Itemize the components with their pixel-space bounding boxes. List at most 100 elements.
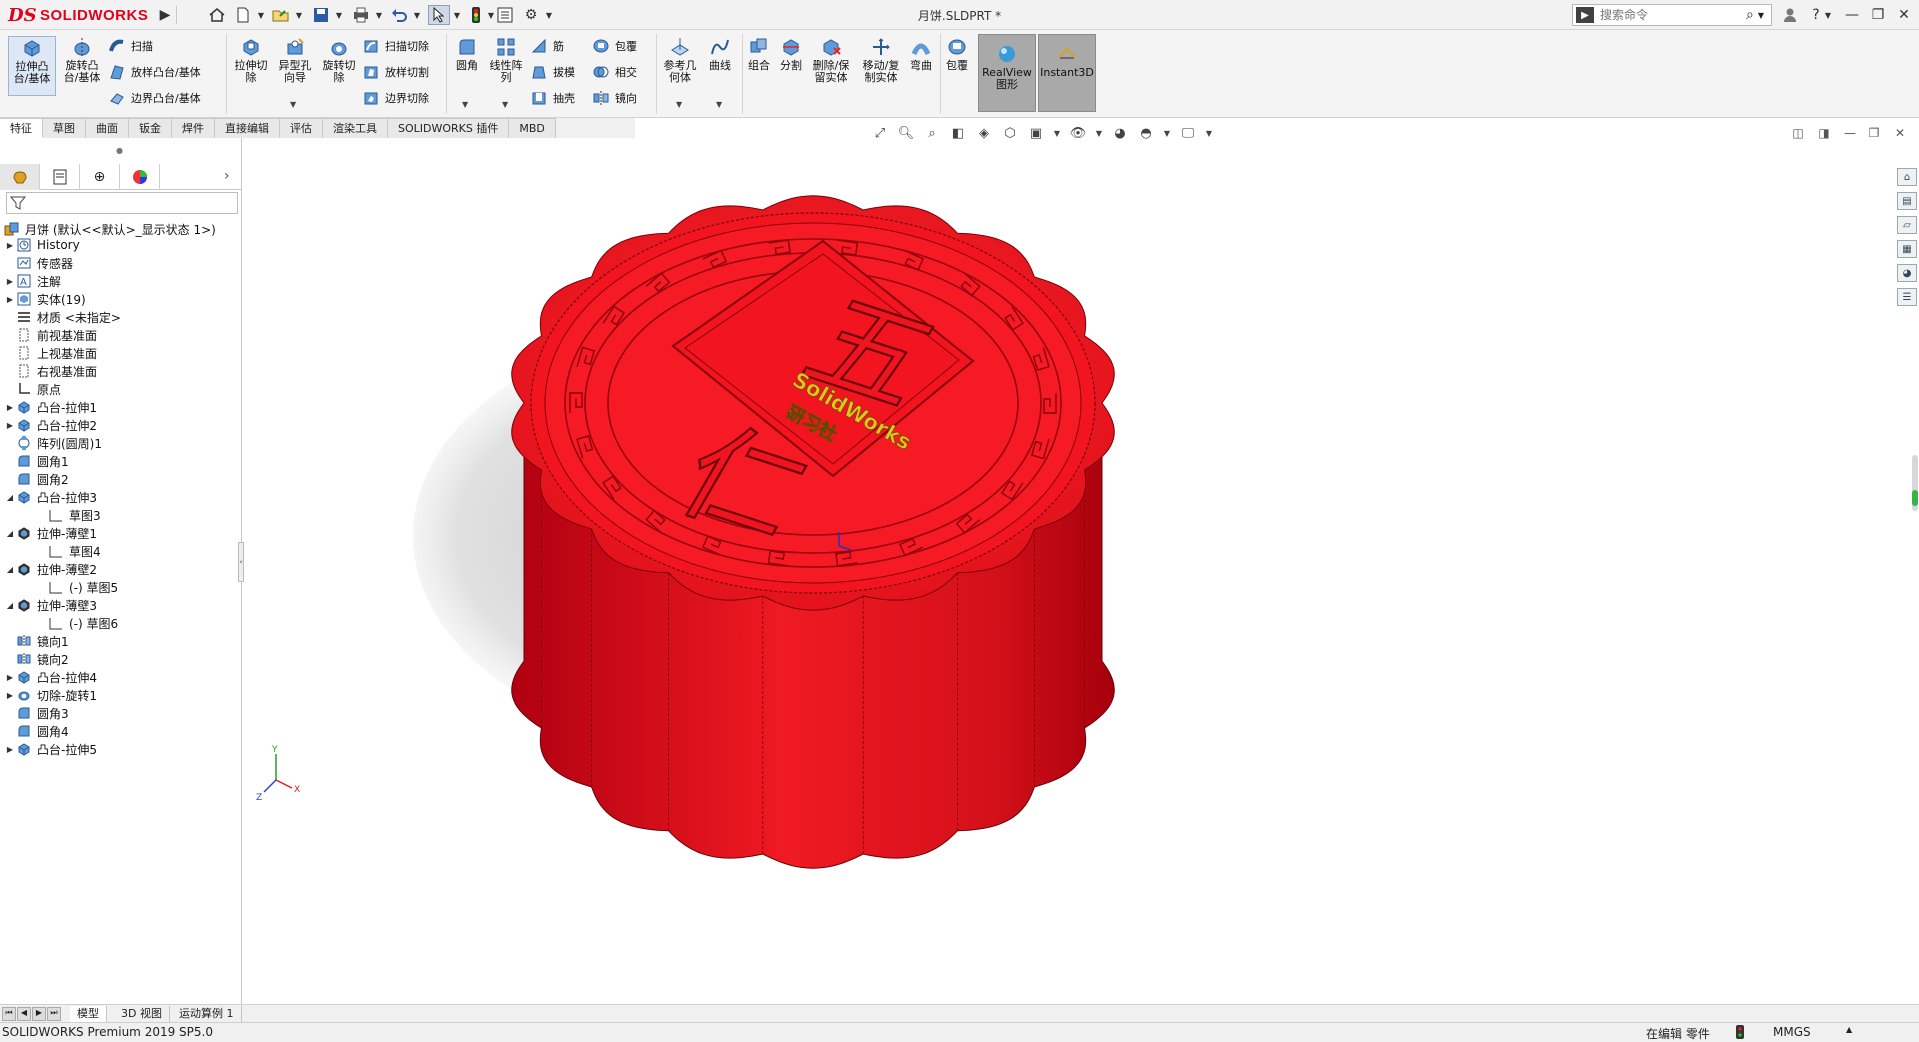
manager-tabs-more-icon[interactable]: › bbox=[224, 168, 230, 184]
viewport-close-icon[interactable]: ✕ bbox=[1890, 124, 1910, 142]
ribbon-tab[interactable]: 草图 bbox=[43, 118, 86, 138]
shell-button[interactable]: 抽壳 bbox=[530, 88, 575, 108]
draft-button[interactable]: 拔模 bbox=[530, 62, 575, 82]
view-palette-icon[interactable]: ▦ bbox=[1897, 240, 1917, 258]
file-properties-icon[interactable] bbox=[494, 5, 516, 25]
collapse-arrow-icon[interactable]: ◢ bbox=[4, 529, 16, 538]
display-style-dropdown-icon[interactable]: ▼ bbox=[1052, 123, 1062, 143]
zoom-to-fit-icon[interactable]: ⤢ bbox=[870, 123, 890, 143]
feature-manager-tab-icon[interactable] bbox=[0, 164, 40, 190]
expand-arrow-icon[interactable]: ▶ bbox=[4, 745, 16, 754]
mirror-button[interactable]: 镜向 bbox=[592, 88, 637, 108]
loft-cut-button[interactable]: 放样切割 bbox=[362, 62, 429, 82]
boundary-cut-button[interactable]: 边界切除 bbox=[362, 88, 429, 108]
extrude-cut-button[interactable]: 拉伸切 除 bbox=[230, 36, 272, 96]
close-window-icon[interactable]: ✕ bbox=[1892, 4, 1916, 26]
hole-wizard-button[interactable]: 异型孔 向导 bbox=[274, 36, 316, 96]
panel-splitter-dot[interactable]: ● bbox=[116, 146, 123, 155]
delete-keep-body-button[interactable]: 删除/保 留实体 bbox=[808, 36, 854, 96]
combine-button[interactable]: 组合 bbox=[744, 36, 774, 84]
menu-expand-icon[interactable]: ▶ bbox=[158, 5, 172, 25]
reference-geometry-button[interactable]: 参考几 何体 bbox=[660, 36, 700, 96]
open-folder-icon[interactable] bbox=[270, 5, 292, 25]
tab-next-icon[interactable]: ▶ bbox=[32, 1007, 46, 1021]
edit-appearance-icon[interactable]: ◕ bbox=[1110, 123, 1130, 143]
ribbon-tab[interactable]: SOLIDWORKS 插件 bbox=[388, 118, 510, 138]
realview-graphics-button[interactable]: RealView 图形 bbox=[978, 34, 1036, 112]
ribbon-tab[interactable]: 曲面 bbox=[86, 118, 129, 138]
viewport-tile-right-icon[interactable]: ◨ bbox=[1814, 124, 1834, 142]
viewport-minimize-icon[interactable]: — bbox=[1840, 124, 1860, 142]
solidworks-logo[interactable]: DS SOLIDWORKS bbox=[8, 4, 148, 26]
options-gear-icon[interactable]: ⚙ bbox=[520, 5, 542, 25]
rebuild-status-icon[interactable] bbox=[1736, 1025, 1744, 1042]
viewport-tile-left-icon[interactable]: ◫ bbox=[1788, 124, 1808, 142]
search-dropdown-icon[interactable]: ▼ bbox=[1758, 11, 1764, 20]
curves-button[interactable]: 曲线 bbox=[702, 36, 738, 84]
help-dropdown-icon[interactable]: ▼ bbox=[1822, 4, 1834, 26]
collapse-arrow-icon[interactable]: ◢ bbox=[4, 565, 16, 574]
expand-arrow-icon[interactable]: ▶ bbox=[4, 691, 16, 700]
linear-pattern-button[interactable]: 线性阵 列 bbox=[486, 36, 526, 96]
expand-arrow-icon[interactable]: ▶ bbox=[4, 403, 16, 412]
ribbon-tab[interactable]: 焊件 bbox=[172, 118, 215, 138]
save-dropdown-icon[interactable]: ▼ bbox=[334, 5, 344, 25]
model-view-tab[interactable]: 运动算例 1 bbox=[172, 1006, 242, 1022]
hide-show-items-icon[interactable]: 👁︎ bbox=[1068, 123, 1088, 143]
mooncake-model-view[interactable]: 五 仁 SolidWorks 研习社 Y X Z bbox=[243, 146, 1893, 1004]
select-dropdown-icon[interactable]: ▼ bbox=[452, 5, 462, 25]
tree-node[interactable]: ▶ 凸台-拉伸5 bbox=[4, 738, 97, 760]
wrap-large-button[interactable]: 包覆 bbox=[942, 36, 972, 84]
graphics-area[interactable]: 五 仁 SolidWorks 研习社 Y X Z bbox=[243, 146, 1893, 1004]
ribbon-tab[interactable]: 评估 bbox=[280, 118, 323, 138]
boundary-boss-button[interactable]: 边界凸台/基体 bbox=[108, 88, 201, 108]
collapse-arrow-icon[interactable]: ◢ bbox=[4, 493, 16, 502]
curves-dropdown-icon[interactable]: ▼ bbox=[716, 100, 722, 109]
search-icon[interactable]: ⌕ bbox=[1746, 7, 1754, 23]
loft-boss-button[interactable]: 放样凸台/基体 bbox=[108, 62, 201, 82]
section-view-icon[interactable]: ◧ bbox=[948, 123, 968, 143]
minimize-window-icon[interactable]: — bbox=[1840, 4, 1864, 26]
extrude-boss-button[interactable]: 拉伸凸 台/基体 bbox=[8, 36, 56, 96]
model-view-tab[interactable]: 模型 bbox=[70, 1006, 107, 1022]
ribbon-tab[interactable]: MBD bbox=[509, 118, 556, 138]
ribbon-tab[interactable]: 特征 bbox=[0, 118, 43, 138]
view-settings-dropdown-icon[interactable]: ▼ bbox=[1204, 123, 1214, 143]
expand-arrow-icon[interactable]: ▶ bbox=[4, 277, 16, 286]
rib-button[interactable]: 筋 bbox=[530, 36, 564, 56]
pattern-dropdown-icon[interactable]: ▼ bbox=[502, 100, 508, 109]
sweep-cut-button[interactable]: 扫描切除 bbox=[362, 36, 429, 56]
intersect-button[interactable]: 相交 bbox=[592, 62, 637, 82]
save-icon[interactable] bbox=[310, 5, 332, 25]
hole-wizard-dropdown-icon[interactable]: ▼ bbox=[290, 100, 296, 109]
reference-geometry-dropdown-icon[interactable]: ▼ bbox=[676, 100, 682, 109]
collapse-arrow-icon[interactable]: ◢ bbox=[4, 601, 16, 610]
sweep-button[interactable]: 扫描 bbox=[108, 36, 153, 56]
previous-view-icon[interactable]: ⌕ bbox=[922, 123, 942, 143]
solidworks-resources-home-icon[interactable]: ⌂ bbox=[1897, 168, 1917, 186]
restore-window-icon[interactable]: ❐ bbox=[1866, 4, 1890, 26]
ribbon-tab[interactable]: 渲染工具 bbox=[323, 118, 388, 138]
undo-icon[interactable] bbox=[388, 5, 410, 25]
options-dropdown-icon[interactable]: ▼ bbox=[544, 5, 554, 25]
new-document-icon[interactable] bbox=[232, 5, 254, 25]
property-manager-tab-icon[interactable] bbox=[40, 164, 80, 190]
scene-dropdown-icon[interactable]: ▼ bbox=[1162, 123, 1172, 143]
ribbon-tab[interactable]: 直接编辑 bbox=[215, 118, 280, 138]
hide-show-dropdown-icon[interactable]: ▼ bbox=[1094, 123, 1104, 143]
view-settings-monitor-icon[interactable]: 🖵︎ bbox=[1178, 123, 1198, 143]
open-dropdown-icon[interactable]: ▼ bbox=[294, 5, 304, 25]
tab-first-icon[interactable]: ⏮ bbox=[2, 1007, 16, 1021]
revolve-boss-button[interactable]: 旋转凸 台/基体 bbox=[58, 36, 106, 96]
move-copy-body-button[interactable]: 移动/复 制实体 bbox=[858, 36, 904, 96]
custom-properties-icon[interactable]: ☰ bbox=[1897, 288, 1917, 306]
fillet-button[interactable]: 圆角 bbox=[450, 36, 484, 84]
ribbon-tab[interactable]: 钣金 bbox=[129, 118, 172, 138]
dynamic-annotation-icon[interactable]: ◈ bbox=[974, 123, 994, 143]
new-dropdown-icon[interactable]: ▼ bbox=[256, 5, 266, 25]
expand-arrow-icon[interactable]: ▶ bbox=[4, 295, 16, 304]
file-explorer-icon[interactable]: ▱ bbox=[1897, 216, 1917, 234]
viewport-restore-icon[interactable]: ❐ bbox=[1864, 124, 1884, 142]
split-button[interactable]: 分割 bbox=[776, 36, 806, 84]
print-dropdown-icon[interactable]: ▼ bbox=[374, 5, 384, 25]
